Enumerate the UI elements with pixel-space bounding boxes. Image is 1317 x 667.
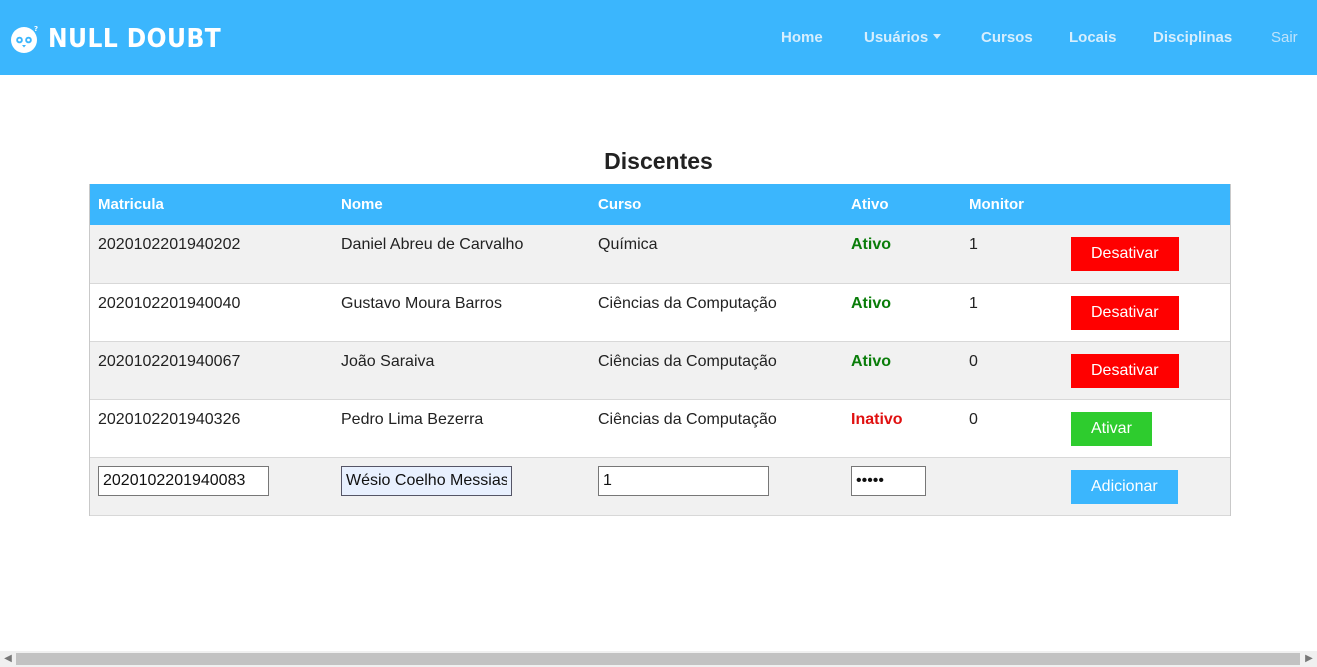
cell-action: Desativar <box>1063 283 1230 342</box>
cell-monitor: 0 <box>961 399 1063 458</box>
students-table: Matricula Nome Curso Ativo Monitor 20201… <box>89 184 1231 516</box>
cell-action: Ativar <box>1063 399 1230 458</box>
password-input[interactable] <box>851 465 926 496</box>
cell-nome: Pedro Lima Bezerra <box>333 399 590 458</box>
deactivate-button[interactable]: Desativar <box>1071 237 1179 271</box>
table-row: 2020102201940202 Daniel Abreu de Carvalh… <box>90 225 1230 284</box>
scroll-left-icon[interactable]: ◀ <box>1 652 15 666</box>
header-curso: Curso <box>590 184 843 225</box>
cell-new-matricula <box>90 457 333 516</box>
page-title: Discentes <box>604 148 713 174</box>
scrollbar-thumb[interactable] <box>16 653 1300 665</box>
table-row: 2020102201940040 Gustavo Moura Barros Ci… <box>90 283 1230 342</box>
cell-nome: João Saraiva <box>333 341 590 400</box>
cell-monitor: 1 <box>961 283 1063 342</box>
curso-input[interactable] <box>598 465 769 496</box>
deactivate-button[interactable]: Desativar <box>1071 295 1179 330</box>
brand-name: NULL DOUBT <box>48 24 222 54</box>
table-row: 2020102201940326 Pedro Lima Bezerra Ciên… <box>90 399 1230 458</box>
cell-new-nome <box>333 457 590 516</box>
table-header-row: Matricula Nome Curso Ativo Monitor <box>90 184 1230 225</box>
cell-action: Desativar <box>1063 341 1230 400</box>
nome-input[interactable] <box>341 465 512 496</box>
cell-matricula: 2020102201940326 <box>90 399 333 458</box>
nav-sair[interactable]: Sair <box>1271 29 1298 46</box>
cell-curso: Ciências da Computação <box>590 399 843 458</box>
cell-curso: Química <box>590 225 843 284</box>
nav-usuarios-label: Usuários <box>864 29 929 46</box>
cell-matricula: 2020102201940067 <box>90 341 333 400</box>
nav-disciplinas[interactable]: Disciplinas <box>1153 29 1232 46</box>
svg-text:?: ? <box>34 25 38 33</box>
cell-status: Ativo <box>843 283 961 342</box>
new-student-row: Adicionar <box>90 457 1230 516</box>
horizontal-scrollbar[interactable]: ◀ ▶ <box>0 651 1317 667</box>
cell-new-senha <box>843 457 961 516</box>
header-nome: Nome <box>333 184 590 225</box>
nav-usuarios-dropdown[interactable]: Usuários <box>864 29 942 46</box>
cell-matricula: 2020102201940040 <box>90 283 333 342</box>
navbar: ? NULL DOUBT Home Usuários Cursos Locais… <box>0 0 1317 75</box>
deactivate-button[interactable]: Desativar <box>1071 353 1179 388</box>
cell-curso: Ciências da Computação <box>590 283 843 342</box>
cell-new-monitor <box>961 457 1063 516</box>
nav-home[interactable]: Home <box>781 29 823 46</box>
penguin-logo-icon: ? <box>11 25 38 53</box>
header-ativo: Ativo <box>843 184 961 225</box>
nav-locais[interactable]: Locais <box>1069 29 1117 46</box>
header-actions <box>1063 184 1230 225</box>
cell-status: Ativo <box>843 341 961 400</box>
nav-cursos[interactable]: Cursos <box>981 29 1033 46</box>
header-monitor: Monitor <box>961 184 1063 225</box>
cell-curso: Ciências da Computação <box>590 341 843 400</box>
cell-matricula: 2020102201940202 <box>90 225 333 284</box>
add-button[interactable]: Adicionar <box>1071 469 1178 504</box>
cell-action: Desativar <box>1063 225 1230 284</box>
table-row: 2020102201940067 João Saraiva Ciências d… <box>90 341 1230 400</box>
brand[interactable]: ? NULL DOUBT <box>10 22 240 56</box>
cell-nome: Gustavo Moura Barros <box>333 283 590 342</box>
scroll-right-icon[interactable]: ▶ <box>1302 652 1316 666</box>
cell-nome: Daniel Abreu de Carvalho <box>333 225 590 284</box>
matricula-input[interactable] <box>98 465 269 496</box>
cell-new-curso <box>590 457 843 516</box>
cell-monitor: 1 <box>961 225 1063 284</box>
activate-button[interactable]: Ativar <box>1071 411 1152 446</box>
cell-monitor: 0 <box>961 341 1063 400</box>
cell-status: Inativo <box>843 399 961 458</box>
caret-down-icon <box>933 34 942 39</box>
cell-new-action: Adicionar <box>1063 457 1230 516</box>
cell-status: Ativo <box>843 225 961 284</box>
header-matricula: Matricula <box>90 184 333 225</box>
